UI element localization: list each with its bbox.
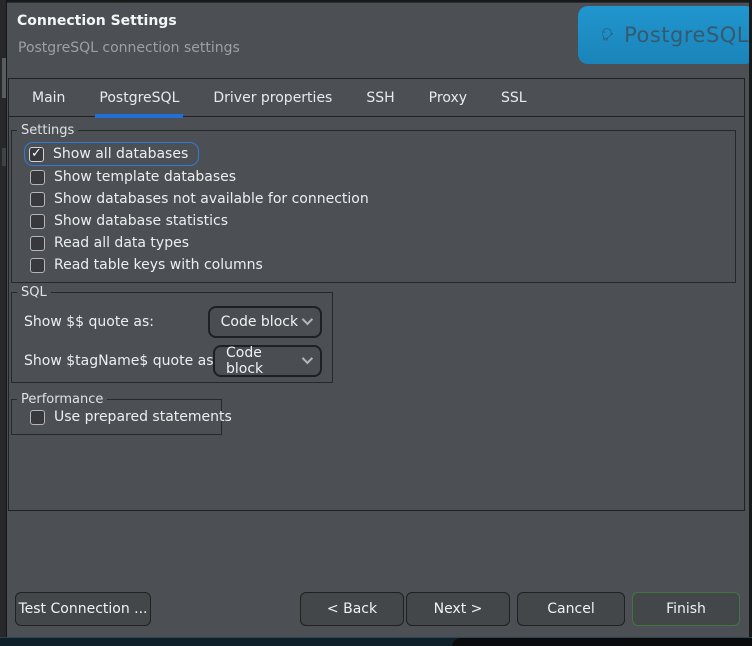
tagname-quote-label: Show $tagName$ quote as: xyxy=(24,353,213,369)
checkbox-box[interactable] xyxy=(30,192,45,207)
settings-tab-panel: Main PostgreSQL Driver properties SSH Pr… xyxy=(8,78,745,511)
background-window-notch xyxy=(2,148,6,166)
tab-postgresql[interactable]: PostgreSQL xyxy=(82,79,196,117)
checkbox-label: Read table keys with columns xyxy=(54,257,263,273)
next-button[interactable]: Next > xyxy=(406,592,510,626)
tagname-quote-select[interactable]: Code block xyxy=(213,345,322,377)
checkbox-focus-ring: Show all databases xyxy=(24,142,199,166)
checkbox-label: Show template databases xyxy=(54,169,236,185)
dropdown-value: Code block xyxy=(221,314,302,330)
checkbox-label: Show all databases xyxy=(53,146,188,162)
dollar-quote-label: Show $$ quote as: xyxy=(24,314,208,330)
checkbox-show-databases-not-available[interactable]: Show databases not available for connect… xyxy=(12,188,735,210)
tab-driver-properties[interactable]: Driver properties xyxy=(196,79,349,117)
chevron-down-icon xyxy=(302,352,313,363)
tab-ssl[interactable]: SSL xyxy=(484,79,544,117)
checkbox-show-template-databases[interactable]: Show template databases xyxy=(12,166,735,188)
test-connection-button[interactable]: Test Connection ... xyxy=(15,592,151,626)
tagname-quote-row: Show $tagName$ quote as: Code block xyxy=(24,345,322,377)
checkbox-label: Read all data types xyxy=(54,235,189,251)
dropdown-value: Code block xyxy=(226,345,302,377)
postgresql-elephant-icon xyxy=(600,14,614,56)
checkbox-box-checked[interactable] xyxy=(29,147,44,162)
finish-button[interactable]: Finish xyxy=(632,592,740,626)
page-subtitle: PostgreSQL connection settings xyxy=(18,40,240,56)
sql-group-label: SQL xyxy=(17,284,51,301)
background-window-edge xyxy=(0,0,7,637)
dialog-header: Connection Settings PostgreSQL connectio… xyxy=(7,3,749,78)
checkbox-read-all-data-types[interactable]: Read all data types xyxy=(12,232,735,254)
tab-content: Settings Show all databases Show templat… xyxy=(9,130,744,435)
checkbox-read-table-keys[interactable]: Read table keys with columns xyxy=(12,254,735,276)
settings-group-label: Settings xyxy=(17,122,78,139)
checkbox-label: Use prepared statements xyxy=(54,409,232,425)
checkbox-label: Show databases not available for connect… xyxy=(54,191,369,207)
cancel-button[interactable]: Cancel xyxy=(517,592,625,626)
checkbox-box[interactable] xyxy=(30,258,45,273)
background-window-notch xyxy=(2,58,6,98)
settings-group: Settings Show all databases Show templat… xyxy=(11,130,736,283)
tab-main[interactable]: Main xyxy=(15,79,82,117)
background-taskbar xyxy=(0,637,752,646)
checkbox-show-database-statistics[interactable]: Show database statistics xyxy=(12,210,735,232)
dollar-quote-row: Show $$ quote as: Code block xyxy=(24,306,322,338)
chevron-down-icon xyxy=(302,313,313,324)
checkbox-box[interactable] xyxy=(30,170,45,185)
background-window-corner xyxy=(452,638,752,646)
connection-settings-dialog: Connection Settings PostgreSQL connectio… xyxy=(7,2,749,637)
tab-ssh[interactable]: SSH xyxy=(349,79,411,117)
dollar-quote-select[interactable]: Code block xyxy=(208,306,322,338)
page-title: Connection Settings xyxy=(17,13,177,29)
checkbox-box[interactable] xyxy=(30,214,45,229)
dialog-footer: Test Connection ... < Back Next > Cancel… xyxy=(15,592,740,626)
performance-group: Performance Use prepared statements xyxy=(11,399,222,435)
checkbox-use-prepared-statements[interactable]: Use prepared statements xyxy=(12,406,221,428)
performance-group-label: Performance xyxy=(17,391,107,408)
checkbox-show-all-databases[interactable]: Show all databases xyxy=(29,144,188,164)
logo-wordmark: PostgreSQL xyxy=(624,23,749,47)
sql-group: SQL Show $$ quote as: Code block Show $t… xyxy=(11,292,333,383)
checkbox-box[interactable] xyxy=(30,410,45,425)
checkbox-box[interactable] xyxy=(30,236,45,251)
back-button[interactable]: < Back xyxy=(300,592,404,626)
tab-proxy[interactable]: Proxy xyxy=(412,79,484,117)
checkbox-label: Show database statistics xyxy=(54,213,228,229)
tab-bar: Main PostgreSQL Driver properties SSH Pr… xyxy=(9,79,744,117)
postgresql-logo: PostgreSQL xyxy=(578,6,749,64)
